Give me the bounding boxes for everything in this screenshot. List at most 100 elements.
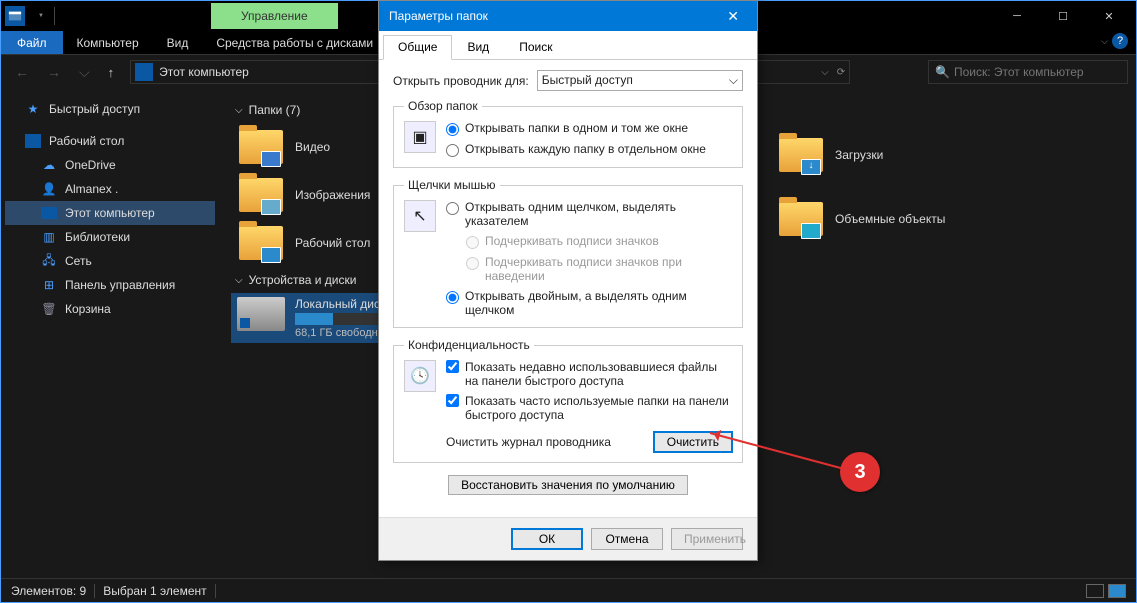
separator [54, 7, 55, 25]
menu-computer[interactable]: Компьютер [63, 31, 153, 54]
folder-label: Видео [295, 140, 330, 154]
sidebar-user[interactable]: 👤 Almanex . [5, 177, 215, 201]
maximize-button[interactable]: ☐ [1040, 1, 1086, 31]
sidebar-item-label: Этот компьютер [65, 206, 155, 220]
dialog-titlebar[interactable]: Параметры папок ✕ [379, 1, 757, 31]
sidebar-recycle-bin[interactable]: 🗑 Корзина [5, 297, 215, 321]
radio-underline-hover: Подчеркивать подписи значков при наведен… [466, 255, 732, 283]
sidebar-quick-access[interactable]: ★Быстрый доступ [5, 97, 215, 121]
restore-defaults-button[interactable]: Восстановить значения по умолчанию [448, 475, 688, 495]
folder-icon [237, 127, 285, 167]
tab-search[interactable]: Поиск [504, 35, 567, 59]
app-icon [5, 6, 25, 26]
sidebar-libraries[interactable]: ▥ Библиотеки [5, 225, 215, 249]
nav-back-icon[interactable]: ← [9, 60, 35, 84]
checkbox-input[interactable] [446, 394, 459, 407]
radio-new-window[interactable]: Открывать каждую папку в отдельном окне [446, 142, 706, 157]
close-button[interactable]: ✕ [1086, 1, 1132, 31]
statusbar: Элементов: 9 Выбран 1 элемент [1, 578, 1136, 602]
folder-label: Изображения [295, 188, 370, 202]
ribbon-expand-icon[interactable]: ⌵ [1101, 36, 1108, 47]
dialog-close-icon[interactable]: ✕ [719, 8, 747, 25]
radio-label: Открывать папки в одном и том же окне [465, 121, 688, 135]
folder-downloads[interactable]: ↓ Загрузки [771, 131, 1031, 179]
address-dropdown-icon[interactable]: ⌵ [821, 67, 829, 78]
open-explorer-select[interactable]: Быстрый доступ⌵ [537, 70, 743, 91]
libraries-icon: ▥ [41, 229, 57, 245]
folder-3d-objects[interactable]: Объемные объекты [771, 195, 1031, 243]
help-icon[interactable]: ? [1112, 33, 1128, 49]
sidebar-control-panel[interactable]: ⊞Панель управления [5, 273, 215, 297]
radio-same-window[interactable]: Открывать папки в одном и том же окне [446, 121, 706, 136]
checkbox-input[interactable] [446, 360, 459, 373]
check-recent-files[interactable]: Показать недавно использовавшиеся файлы … [446, 360, 732, 388]
nav-up-icon[interactable]: ↑ [102, 61, 121, 84]
trash-icon: 🗑 [41, 301, 57, 317]
sidebar-item-label: Корзина [65, 302, 111, 316]
check-label: Показать недавно использовавшиеся файлы … [465, 360, 732, 388]
dialog-tabs: Общие Вид Поиск [379, 31, 757, 60]
sidebar-desktop[interactable]: Рабочий стол [5, 129, 215, 153]
radio-input[interactable] [446, 123, 459, 136]
status-selection: Выбран 1 элемент [103, 584, 206, 598]
fieldset-browse: Обзор папок ▣ Открывать папки в одном и … [393, 99, 743, 168]
folder-icon [777, 199, 825, 239]
sidebar-item-label: OneDrive [65, 158, 116, 172]
folder-label: Загрузки [835, 148, 883, 162]
status-element-count: Элементов: 9 [11, 584, 86, 598]
sidebar-item-label: Библиотеки [65, 230, 130, 244]
fieldset-legend: Щелчки мышью [404, 178, 500, 192]
fieldset-legend: Конфиденциальность [404, 338, 534, 352]
sidebar-item-label: Сеть [65, 254, 92, 268]
sidebar-onedrive[interactable]: ☁ OneDrive [5, 153, 215, 177]
view-details-icon[interactable] [1086, 584, 1104, 598]
sidebar-item-label: Almanex . [65, 182, 118, 196]
separator [94, 584, 95, 598]
quick-access-toolbar[interactable] [31, 11, 48, 21]
radio-label: Открывать двойным, а выделять одним щелч… [465, 289, 732, 317]
cloud-icon: ☁ [41, 157, 57, 173]
check-label: Показать часто используемые папки на пан… [465, 394, 732, 422]
menu-file[interactable]: Файл [1, 31, 63, 54]
tab-general[interactable]: Общие [383, 35, 452, 60]
nav-history-icon[interactable]: ⌵ [73, 60, 96, 85]
drive-icon [237, 297, 285, 331]
ribbon-tab-manage[interactable]: Управление [211, 3, 338, 29]
ok-button[interactable]: ОК [511, 528, 583, 550]
folder-label: Объемные объекты [835, 212, 945, 226]
browse-icon: ▣ [404, 121, 436, 153]
radio-double-click[interactable]: Открывать двойным, а выделять одним щелч… [446, 289, 732, 317]
click-icon: ↖ [404, 200, 436, 232]
minimize-button[interactable]: ─ [994, 1, 1040, 31]
menu-disk-tools[interactable]: Средства работы с дисками [202, 31, 387, 54]
folder-icon [237, 223, 285, 263]
search-input[interactable] [954, 65, 1121, 79]
radio-input[interactable] [446, 291, 459, 304]
folder-icon: ↓ [777, 135, 825, 175]
sidebar-network[interactable]: 🖧Сеть [5, 249, 215, 273]
search-box[interactable]: 🔍 [928, 60, 1128, 84]
folder-label: Рабочий стол [295, 236, 370, 250]
clear-button[interactable]: Очистить [654, 432, 732, 452]
sidebar-item-label: Панель управления [65, 278, 175, 292]
check-frequent-folders[interactable]: Показать часто используемые папки на пан… [446, 394, 732, 422]
radio-single-click[interactable]: Открывать одним щелчком, выделять указат… [446, 200, 732, 228]
view-tiles-icon[interactable] [1108, 584, 1126, 598]
tab-view[interactable]: Вид [452, 35, 504, 59]
sidebar: ★Быстрый доступ Рабочий стол ☁ OneDrive 👤… [1, 89, 219, 578]
fieldset-legend: Обзор папок [404, 99, 482, 113]
fieldset-privacy: Конфиденциальность 🕓 Показать недавно ис… [393, 338, 743, 463]
sidebar-item-label: Быстрый доступ [49, 102, 140, 116]
user-icon: 👤 [41, 181, 57, 197]
nav-forward-icon[interactable]: → [41, 60, 67, 84]
menu-view[interactable]: Вид [153, 31, 203, 54]
radio-input[interactable] [446, 202, 459, 215]
apply-button[interactable]: Применить [671, 528, 743, 550]
separator [215, 584, 216, 598]
refresh-icon[interactable]: ⟳ [837, 67, 845, 78]
cancel-button[interactable]: Отмена [591, 528, 663, 550]
sidebar-this-pc[interactable]: Этот компьютер [5, 201, 215, 225]
radio-label: Подчеркивать подписи значков [485, 234, 659, 248]
radio-input[interactable] [446, 144, 459, 157]
radio-input [466, 257, 479, 270]
